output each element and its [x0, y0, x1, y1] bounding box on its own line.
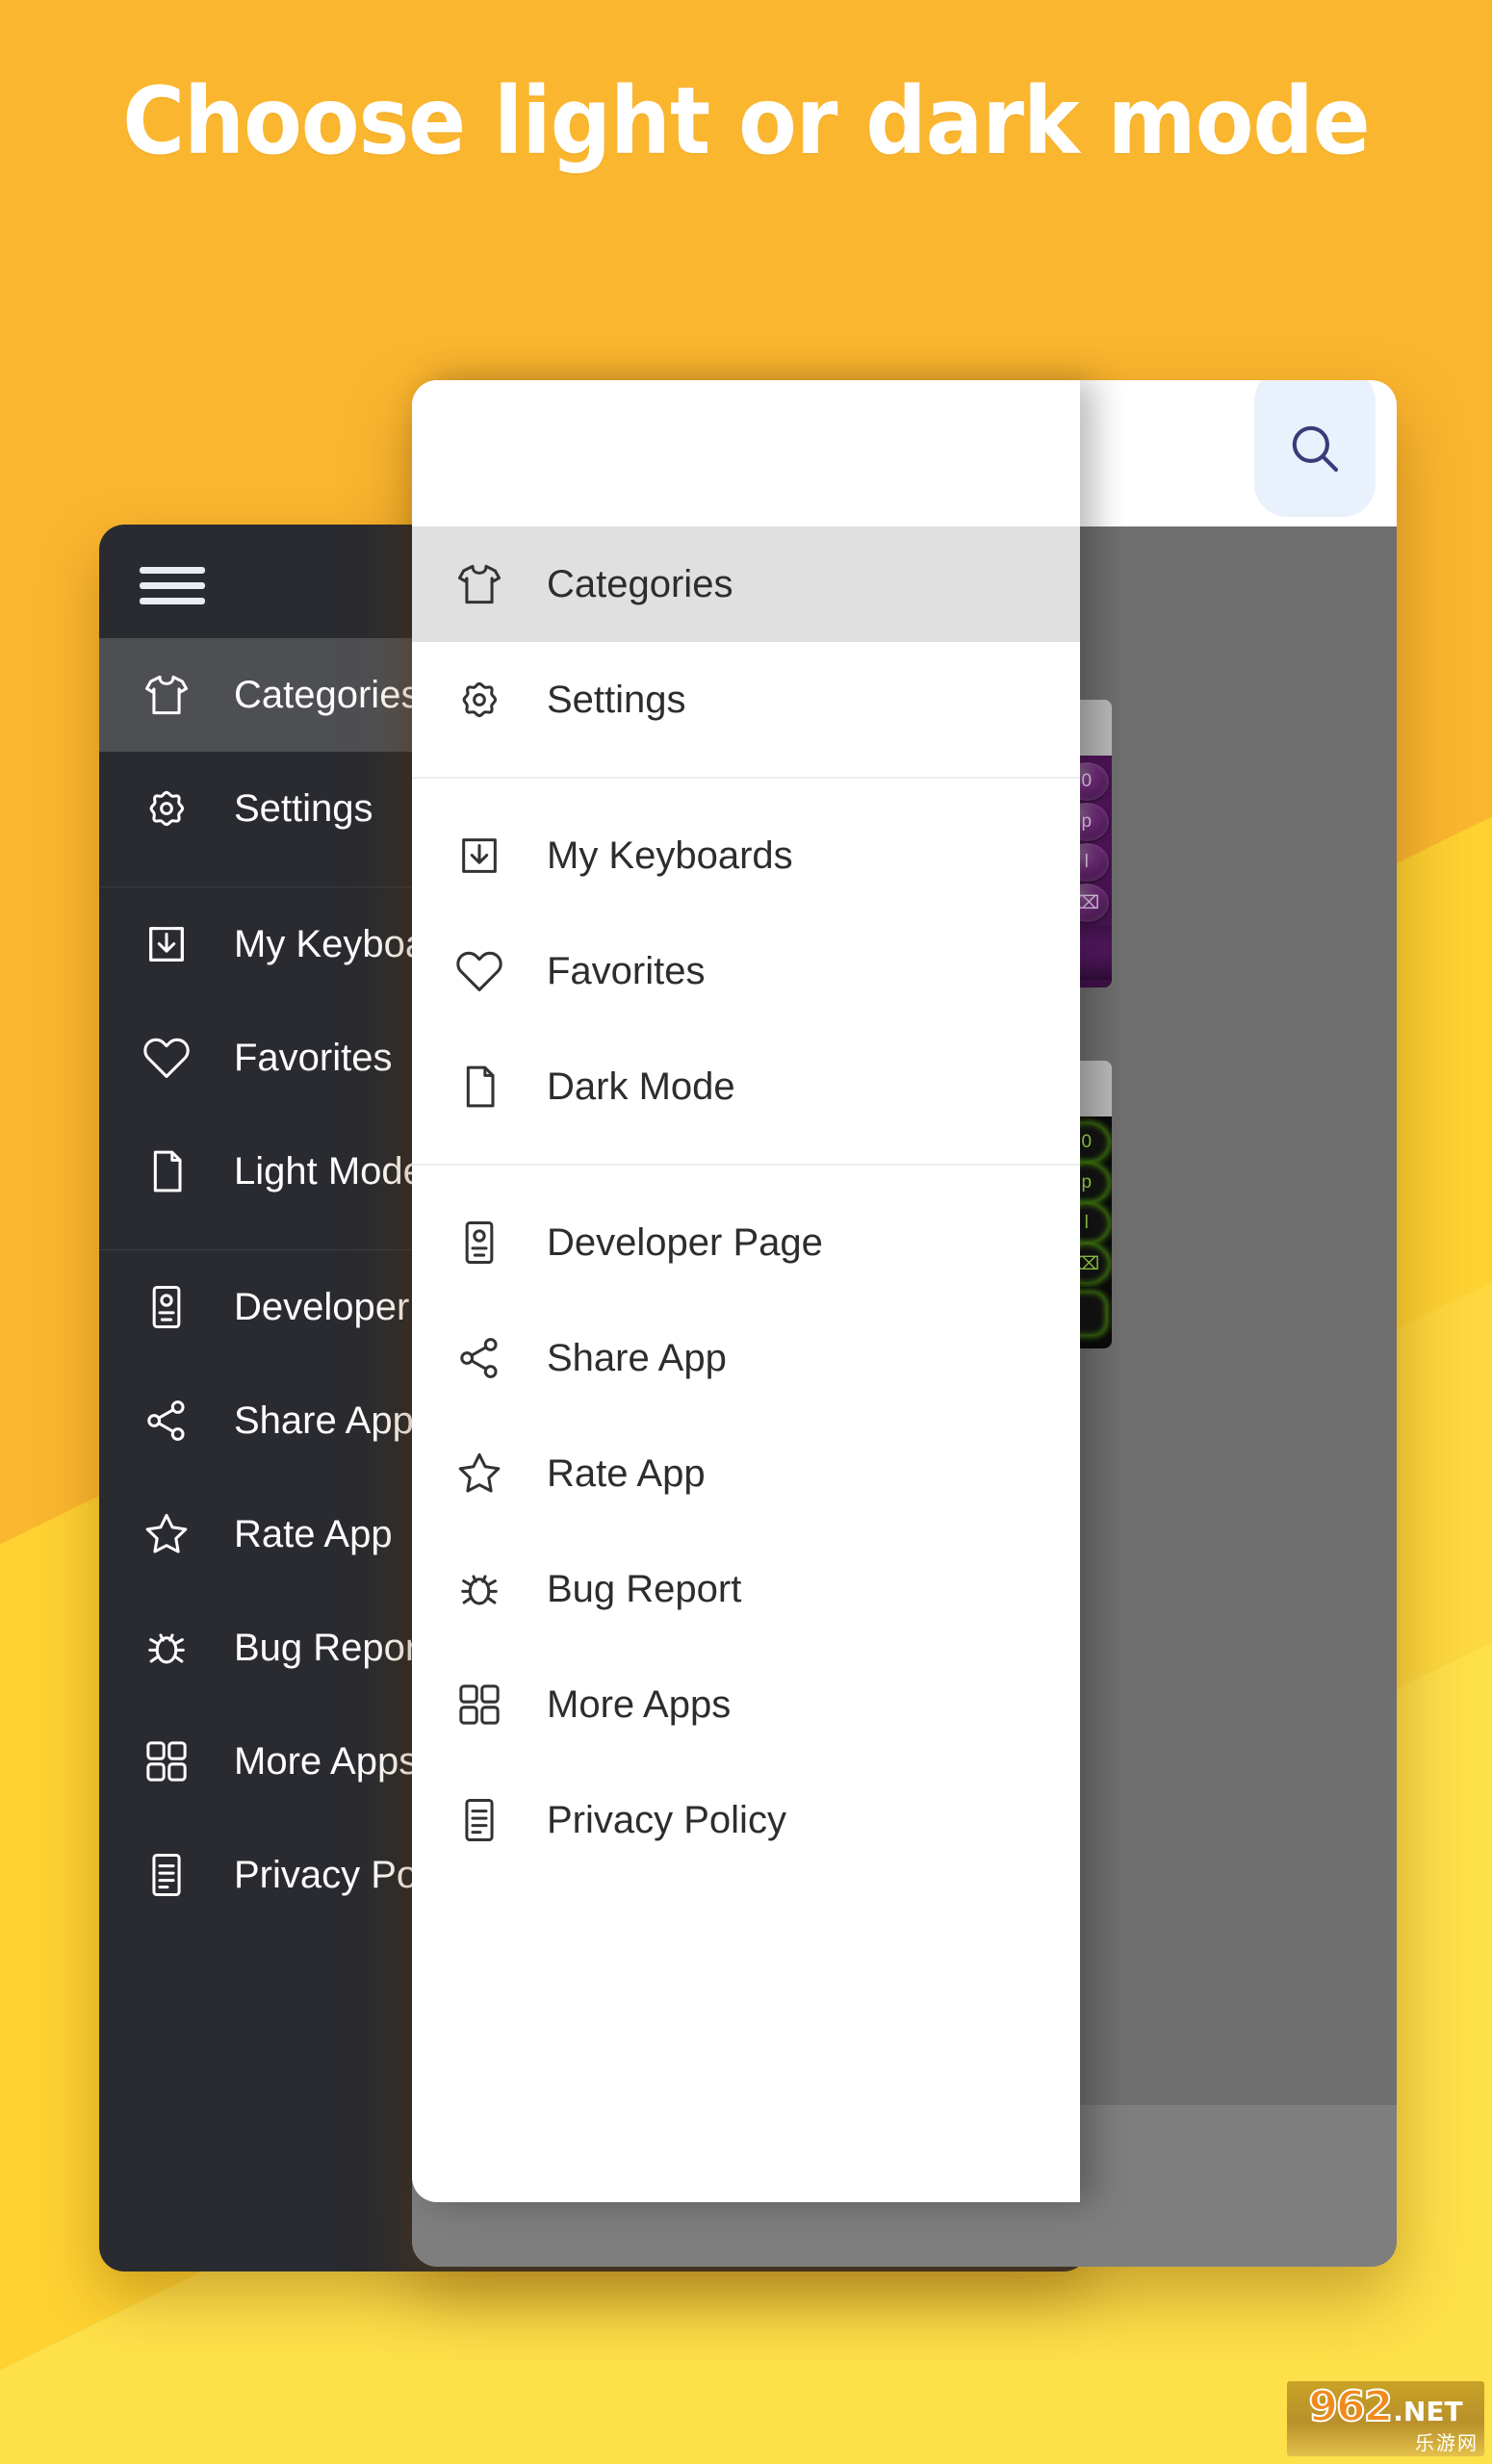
id-card-icon — [452, 1216, 520, 1270]
download-icon — [140, 917, 207, 971]
sidebar-item-privacy-policy[interactable]: Privacy Policy — [412, 1762, 1080, 1878]
dark-sidebar-item-label: Light Mode — [234, 1149, 424, 1193]
sidebar-item-label: Settings — [547, 678, 686, 721]
page-icon — [140, 1144, 207, 1198]
drawer-group-gap — [412, 1166, 1080, 1185]
heart-icon — [452, 944, 520, 998]
sidebar-item-label: Privacy Policy — [547, 1798, 786, 1841]
tshirt-icon — [140, 668, 207, 722]
document-lines-icon — [452, 1793, 520, 1847]
dark-sidebar-item-label: Bug Report — [234, 1626, 429, 1669]
watermark-logo: 962 .NET — [1307, 2381, 1463, 2432]
sidebar-item-label: Categories — [547, 562, 733, 605]
sidebar-item-label: Dark Mode — [547, 1065, 735, 1108]
sidebar-item-label: Bug Report — [547, 1567, 742, 1610]
sidebar-item-label: Developer Page — [547, 1220, 823, 1264]
drawer-group-gap — [412, 757, 1080, 777]
search-icon — [1283, 417, 1347, 480]
dark-sidebar-item-label: Rate App — [234, 1512, 393, 1555]
sidebar-item-label: My Keyboards — [547, 834, 793, 877]
drawer-group-gap — [412, 1144, 1080, 1164]
site-watermark: 962 .NET 乐游网 — [1287, 2381, 1484, 2456]
star-icon — [140, 1507, 207, 1561]
dark-sidebar-item-label: Share App — [234, 1399, 414, 1442]
page-headline: Choose light or dark mode — [122, 67, 1370, 175]
watermark-tld: .NET — [1393, 2396, 1463, 2427]
gear-icon — [452, 673, 520, 727]
search-button[interactable] — [1254, 380, 1376, 517]
heart-icon — [140, 1031, 207, 1085]
watermark-chinese-text: 乐游网 — [1415, 2433, 1479, 2454]
tshirt-icon — [452, 557, 520, 611]
sidebar-item-label: Rate App — [547, 1451, 706, 1495]
watermark-number: 962 — [1307, 2381, 1394, 2432]
dark-sidebar-item-label: Favorites — [234, 1036, 393, 1079]
page-icon — [452, 1060, 520, 1114]
bug-icon — [140, 1621, 207, 1675]
sidebar-item-more-apps[interactable]: More Apps — [412, 1647, 1080, 1762]
drawer-header-spacer — [412, 380, 1080, 526]
sidebar-item-my-keyboards[interactable]: My Keyboards — [412, 798, 1080, 913]
share-icon — [452, 1331, 520, 1385]
sidebar-item-label: Favorites — [547, 949, 706, 992]
download-icon — [452, 829, 520, 883]
sidebar-item-share-app[interactable]: Share App — [412, 1300, 1080, 1416]
bug-icon — [452, 1562, 520, 1616]
sidebar-item-dark-mode[interactable]: Dark Mode — [412, 1029, 1080, 1144]
dark-sidebar-item-label: More Apps — [234, 1739, 419, 1783]
document-lines-icon — [140, 1848, 207, 1902]
id-card-icon — [140, 1280, 207, 1334]
gear-icon — [140, 782, 207, 835]
dark-sidebar-item-label: Settings — [234, 786, 373, 830]
sidebar-item-settings[interactable]: Settings — [412, 642, 1080, 757]
sidebar-item-developer-page[interactable]: Developer Page — [412, 1185, 1080, 1300]
sidebar-item-categories[interactable]: Categories — [412, 526, 1080, 642]
light-navigation-drawer: Categories Settings My Keyboards Favorit — [412, 380, 1080, 2202]
dark-sidebar-item-label: Categories — [234, 673, 421, 716]
sidebar-item-favorites[interactable]: Favorites — [412, 913, 1080, 1029]
grid-icon — [452, 1678, 520, 1732]
sidebar-item-rate-app[interactable]: Rate App — [412, 1416, 1080, 1531]
grid-icon — [140, 1734, 207, 1788]
sidebar-item-bug-report[interactable]: Bug Report — [412, 1531, 1080, 1647]
hamburger-menu-icon[interactable] — [140, 567, 205, 604]
sidebar-item-label: Share App — [547, 1336, 727, 1379]
share-icon — [140, 1394, 207, 1448]
sidebar-item-label: More Apps — [547, 1682, 732, 1726]
star-icon — [452, 1447, 520, 1501]
drawer-group-gap — [412, 779, 1080, 798]
